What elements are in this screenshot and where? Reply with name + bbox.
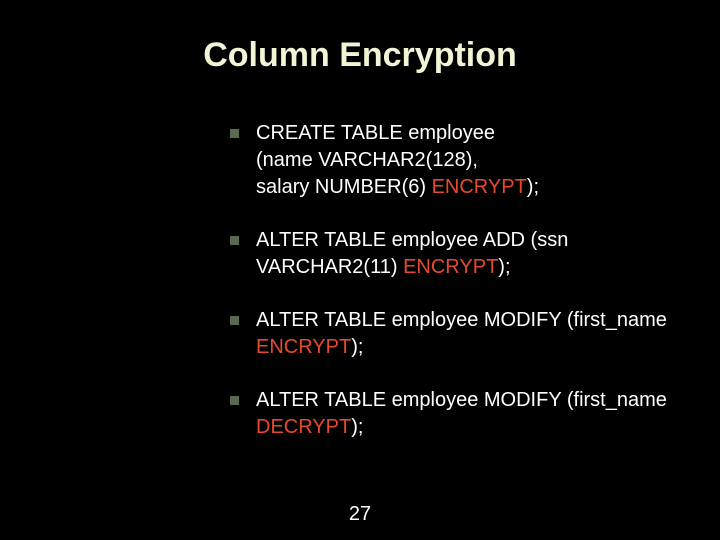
list-item: ALTER TABLE employee ADD (ssn VARCHAR2(1…: [230, 227, 670, 281]
code-text: ALTER TABLE employee MODIFY (first_name: [256, 309, 667, 331]
code-text: );: [351, 336, 363, 358]
keyword: ENCRYPT: [256, 336, 351, 358]
keyword: ENCRYPT: [432, 176, 527, 198]
code-text: );: [351, 416, 363, 438]
slide: Column Encryption CREATE TABLE employee …: [0, 0, 720, 540]
bullet-list: CREATE TABLE employee (name VARCHAR2(128…: [230, 120, 670, 441]
slide-body: CREATE TABLE employee (name VARCHAR2(128…: [230, 120, 670, 467]
code-line: (name VARCHAR2(128),: [256, 147, 670, 174]
keyword: ENCRYPT: [403, 256, 498, 278]
code-line: CREATE TABLE employee: [256, 120, 670, 147]
list-item: ALTER TABLE employee MODIFY (first_name …: [230, 387, 670, 441]
code-line: salary NUMBER(6) ENCRYPT);: [256, 174, 670, 201]
list-item: ALTER TABLE employee MODIFY (first_name …: [230, 307, 670, 361]
list-item: CREATE TABLE employee (name VARCHAR2(128…: [230, 120, 670, 201]
code-text: salary NUMBER(6): [256, 176, 432, 198]
code-text: );: [498, 256, 510, 278]
code-line: ALTER TABLE employee MODIFY (first_name …: [256, 307, 670, 361]
slide-title: Column Encryption: [0, 36, 720, 75]
code-text: ALTER TABLE employee MODIFY (first_name: [256, 389, 667, 411]
code-line: ALTER TABLE employee MODIFY (first_name …: [256, 387, 670, 441]
keyword: DECRYPT: [256, 416, 351, 438]
page-number: 27: [0, 503, 720, 526]
code-line: ALTER TABLE employee ADD (ssn VARCHAR2(1…: [256, 227, 670, 281]
code-text: );: [527, 176, 539, 198]
